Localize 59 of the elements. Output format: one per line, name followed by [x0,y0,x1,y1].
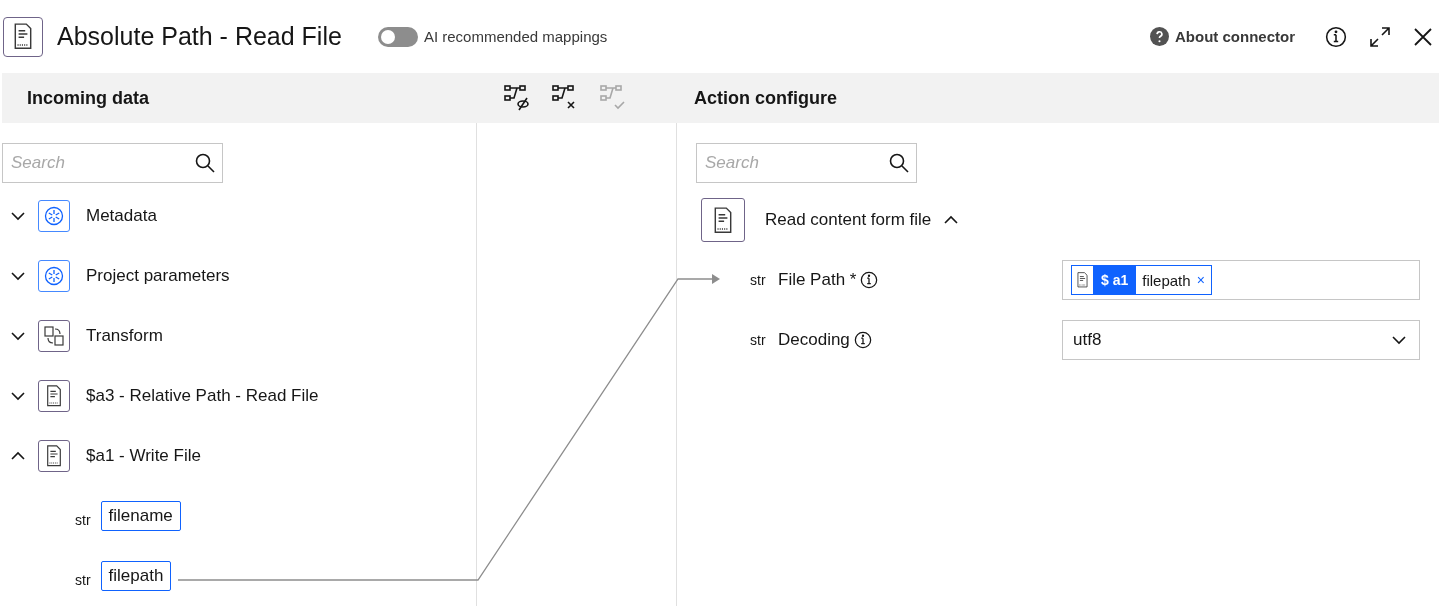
type-label: str [75,571,91,588]
tree-item-label: $a1 - Write File [86,446,201,466]
source-field[interactable]: filename [100,501,181,531]
type-label: str [750,272,767,288]
chevron-down-icon [10,211,26,221]
chevron-down-icon [1391,335,1407,345]
remove-chip-button[interactable]: × [1196,266,1211,294]
field-label: File Path * [778,270,857,290]
tree-item-label: Transform [86,326,163,346]
type-label: str [750,332,767,348]
chevron-down-icon [10,331,26,341]
toggle-label: AI recommended mappings [423,28,608,45]
mapping-tool-button[interactable] [552,85,578,111]
decoding-select[interactable]: utf8 [1062,320,1420,360]
search-icon [889,153,909,173]
chevron-down-icon [10,391,26,401]
source-tag: $ a1 [1093,266,1137,294]
info-button[interactable] [1325,25,1347,48]
search-field[interactable]: Search [2,143,223,183]
expand-icon [1369,25,1391,48]
document-icon [45,385,63,407]
info-icon [860,271,879,289]
mapping-hidden-icon [504,85,530,111]
panel-title: Action configure [693,87,838,109]
info-icon [1325,25,1347,48]
search-icon [195,153,215,173]
document-icon [1076,272,1089,288]
mapping-check-icon [600,85,626,111]
chip-label: filepath [1141,270,1192,291]
window-title: Absolute Path - Read File [57,22,342,51]
type-label: str [75,511,91,528]
collapse-toggle[interactable] [943,215,960,225]
document-icon [45,445,63,467]
source-field[interactable]: filepath [100,561,172,591]
document-icon [12,23,34,50]
chevron-up-icon [10,451,26,461]
asterisk-circle-icon [44,266,64,286]
swap-documents-icon [43,325,65,347]
close-button[interactable] [1413,26,1433,47]
tree-item-label: $a3 - Relative Path - Read File [86,386,319,406]
toggle-switch[interactable] [377,26,418,47]
document-icon [712,206,734,234]
tree-item-label: Project parameters [86,266,230,286]
chevron-up-icon [943,215,960,225]
info-icon [853,331,872,349]
maximize-button[interactable] [1369,25,1391,48]
mapping-remove-icon [552,85,578,111]
tree-item-label: Metadata [86,206,157,226]
asterisk-circle-icon [44,206,64,226]
field-label: Decoding [778,330,850,350]
mapping-input-field[interactable]: $ a1 filepath × [1062,260,1420,300]
chevron-down-icon [10,271,26,281]
close-icon [1413,26,1433,47]
search-field[interactable]: Search [696,143,917,183]
panel-title: Incoming data [26,87,150,109]
node-title: Read content form file [765,210,932,230]
about-connector-link[interactable]: About connector [1150,27,1295,46]
help-icon [1150,27,1169,46]
mapping-tool-button[interactable] [504,85,530,111]
